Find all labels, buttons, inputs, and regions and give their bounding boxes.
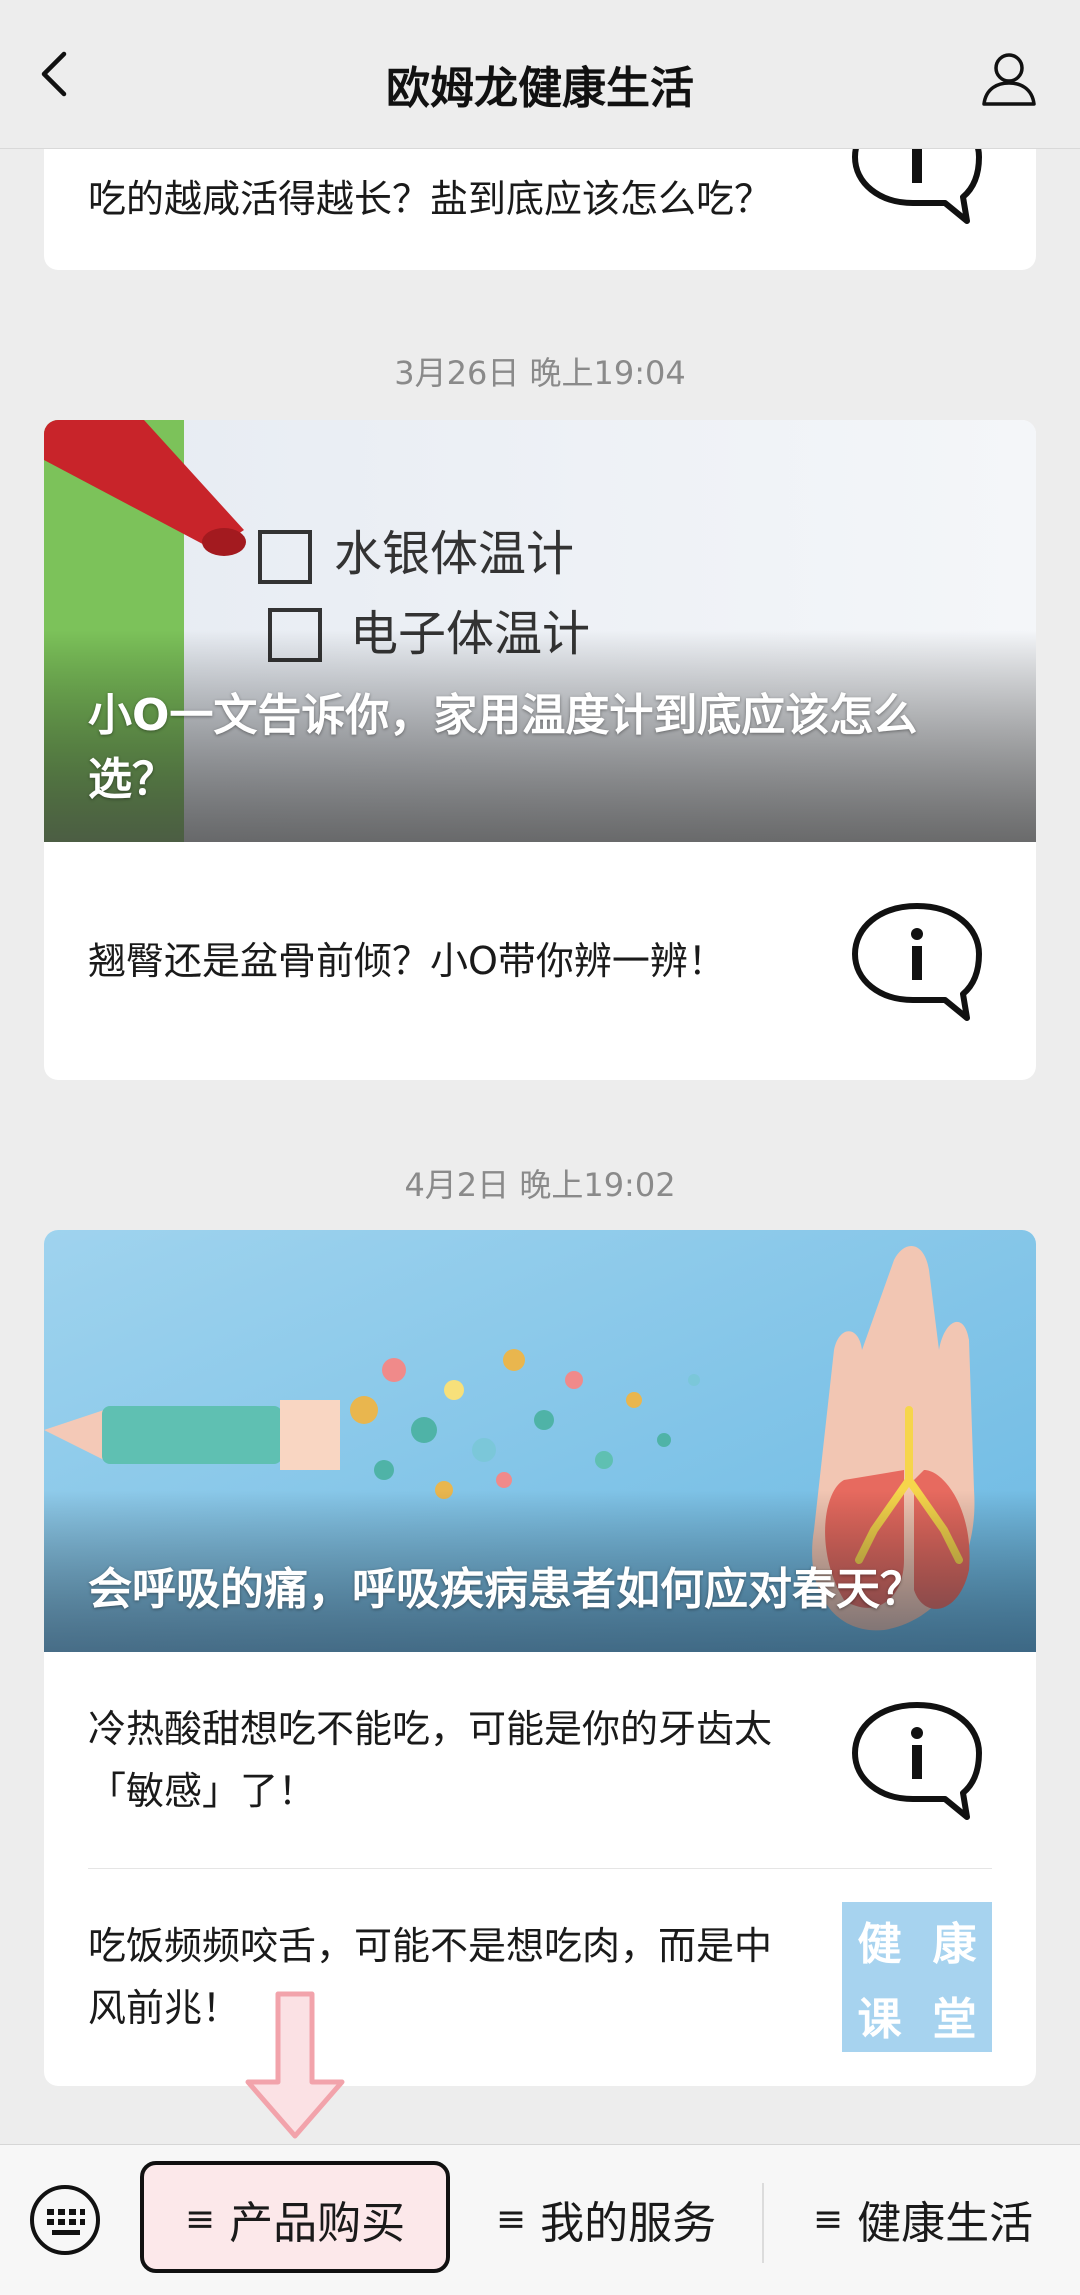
article-title[interactable]: 吃的越咸活得越长？盐到底应该怎么吃？ <box>88 168 772 230</box>
hero-text-mercury: 水银体温计 <box>334 526 574 582</box>
menu-my-service-button[interactable]: ≡ 我的服务 <box>456 2165 756 2273</box>
top-bar: 欧姆龙健康生活 <box>0 0 1080 149</box>
info-thumbnail[interactable] <box>842 886 992 1036</box>
article-title[interactable]: 翘臀还是盆骨前倾？小O带你辨一辨！ <box>88 930 726 992</box>
thumb-char: 健 <box>857 1918 902 1970</box>
keyboard-icon[interactable] <box>28 2183 102 2257</box>
menu-separator <box>762 2183 764 2263</box>
menu-label: 产品购买 <box>229 2198 406 2249</box>
thumb-char: 堂 <box>932 1993 977 2045</box>
menu-product-purchase-button[interactable]: ≡ 产品购买 <box>140 2165 450 2273</box>
bottom-menu-bar: ≡ 产品购买 ≡ 我的服务 ≡ 健康生活 <box>0 2144 1080 2295</box>
hero-article[interactable]: 会呼吸的痛，呼吸疾病患者如何应对春天？ <box>44 1230 1036 1652</box>
timestamp: 4月2日 晚上19:02 <box>404 1166 676 1204</box>
article-card[interactable]: 会呼吸的痛，呼吸疾病患者如何应对春天？ 冷热酸甜想吃不能吃，可能是你的牙齿太「敏… <box>44 1230 1036 2086</box>
menu-label: 健康生活 <box>857 2198 1034 2249</box>
article-card-previous[interactable]: 吃的越咸活得越长？盐到底应该怎么吃？ <box>44 148 1036 270</box>
timestamp: 3月26日 晚上19:04 <box>394 354 686 392</box>
info-bubble-icon <box>852 903 982 1021</box>
hero-title[interactable]: 小O一文告诉你，家用温度计到底应该怎么选？ <box>88 684 992 812</box>
article-title[interactable]: 吃饭频频咬舌，可能不是想吃肉，而是中风前兆！ <box>88 1915 808 2039</box>
article-card[interactable]: 水银体温计 电子体温计 小O一文告诉你，家用温度计到底应该怎么选？ 翘臀还是盆骨… <box>44 420 1036 1080</box>
menu-icon: ≡ <box>184 2198 216 2240</box>
thumb-char: 康 <box>932 1918 977 1970</box>
info-thumbnail[interactable] <box>842 1685 992 1835</box>
menu-icon: ≡ <box>495 2198 527 2240</box>
hero-article[interactable]: 水银体温计 电子体温计 小O一文告诉你，家用温度计到底应该怎么选？ <box>44 420 1036 842</box>
menu-icon: ≡ <box>812 2198 844 2240</box>
menu-label: 我的服务 <box>540 2198 717 2249</box>
message-feed[interactable]: 吃的越咸活得越长？盐到底应该怎么吃？ 3月26日 晚上19:04 水银体温计 小… <box>0 148 1080 2145</box>
down-arrow-icon <box>245 1991 345 2139</box>
profile-icon[interactable] <box>978 48 1040 110</box>
info-bubble-icon <box>852 148 982 224</box>
hero-title[interactable]: 会呼吸的痛，呼吸疾病患者如何应对春天？ <box>88 1558 992 1622</box>
article-title[interactable]: 冷热酸甜想吃不能吃，可能是你的牙齿太「敏感」了！ <box>88 1698 808 1822</box>
health-class-thumbnail[interactable]: 健 康 课 堂 <box>842 1902 992 2052</box>
menu-health-life-button[interactable]: ≡ 健康生活 <box>770 2165 1076 2273</box>
info-thumbnail[interactable] <box>842 148 992 239</box>
thumb-char: 课 <box>857 1993 902 2045</box>
page-title: 欧姆龙健康生活 <box>386 63 694 114</box>
info-bubble-icon <box>852 1702 982 1820</box>
